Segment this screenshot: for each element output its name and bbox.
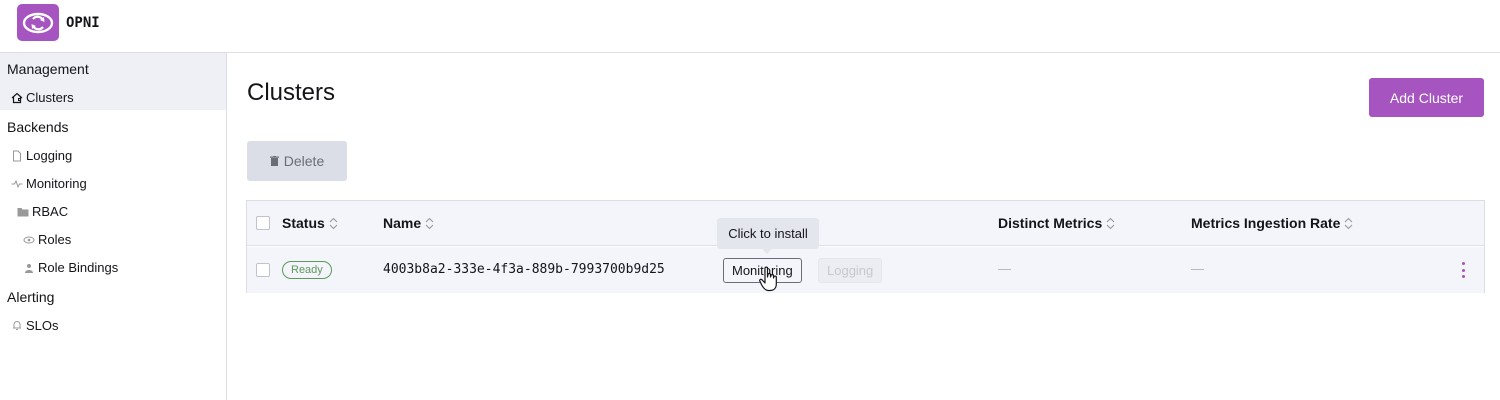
row-actions-menu-icon[interactable]: [1457, 259, 1469, 281]
sidebar-group-alerting[interactable]: Alerting: [7, 289, 54, 305]
row-checkbox[interactable]: [256, 263, 270, 277]
table-row[interactable]: Ready 4003b8a2-333e-4f3a-889b-7993700b9d…: [247, 247, 1484, 293]
file-icon: [11, 150, 23, 162]
column-header-label: Status: [282, 215, 325, 231]
top-header: OPNI: [0, 0, 1500, 53]
sidebar-item-label: Roles: [38, 232, 72, 247]
sidebar-item-rbac[interactable]: RBAC: [17, 204, 68, 219]
user-icon: [23, 262, 35, 274]
trash-icon: [269, 153, 279, 169]
bell-icon: [11, 320, 23, 332]
sidebar-group-management[interactable]: Management: [7, 61, 89, 77]
sidebar-item-label: Clusters: [26, 90, 74, 105]
logging-capability-button[interactable]: Logging: [818, 258, 883, 283]
sidebar-item-slos[interactable]: SLOs: [11, 318, 59, 333]
column-header-label: Name: [383, 215, 422, 231]
app-name: OPNI: [66, 15, 100, 31]
sidebar: Management Clusters Backends Logging Mon…: [0, 53, 227, 400]
home-icon: [11, 92, 23, 104]
distinct-metrics-value: —: [998, 261, 1011, 276]
sidebar-item-label: SLOs: [26, 318, 59, 333]
column-header-status[interactable]: Status: [282, 215, 338, 231]
cluster-name: 4003b8a2-333e-4f3a-889b-7993700b9d25: [383, 262, 665, 277]
install-tooltip: Click to install: [717, 218, 819, 254]
eye-icon: [23, 234, 35, 246]
clusters-table: Status Name Distinct Metrics Metrics Ing…: [246, 200, 1485, 293]
sidebar-item-label: Monitoring: [26, 176, 87, 191]
sidebar-item-label: RBAC: [32, 204, 69, 219]
add-cluster-button[interactable]: Add Cluster: [1369, 78, 1484, 117]
sidebar-item-label: Role Bindings: [38, 260, 119, 275]
delete-button[interactable]: Delete: [247, 141, 347, 181]
sidebar-item-roles[interactable]: Roles: [23, 232, 71, 247]
table-header: Status Name Distinct Metrics Metrics Ing…: [247, 201, 1484, 246]
hand-pointer-cursor-icon: [759, 266, 777, 292]
folder-icon: [17, 206, 29, 218]
sidebar-item-monitoring[interactable]: Monitoring: [11, 176, 87, 191]
sort-icon: [329, 217, 338, 229]
sidebar-item-clusters[interactable]: Clusters: [11, 90, 74, 105]
column-header-label: Distinct Metrics: [998, 215, 1103, 231]
pulse-icon: [11, 178, 23, 190]
sort-icon: [1344, 217, 1353, 229]
sort-icon: [1106, 217, 1115, 229]
sort-icon: [425, 217, 434, 229]
page-title: Clusters: [247, 79, 336, 106]
sidebar-item-label: Logging: [26, 148, 73, 163]
column-header-label: Metrics Ingestion Rate: [1191, 215, 1341, 231]
opni-logo-icon[interactable]: [17, 4, 59, 41]
sidebar-item-role-bindings[interactable]: Role Bindings: [23, 260, 118, 275]
column-header-ingestion-rate[interactable]: Metrics Ingestion Rate: [1191, 215, 1353, 231]
sidebar-group-backends[interactable]: Backends: [7, 119, 68, 135]
ingestion-rate-value: —: [1191, 261, 1204, 276]
column-header-distinct-metrics[interactable]: Distinct Metrics: [998, 215, 1115, 231]
select-all-checkbox[interactable]: [256, 216, 270, 230]
column-header-name[interactable]: Name: [383, 215, 434, 231]
delete-button-label: Delete: [283, 153, 325, 169]
status-badge: Ready: [282, 261, 332, 279]
sidebar-item-logging[interactable]: Logging: [11, 148, 72, 163]
